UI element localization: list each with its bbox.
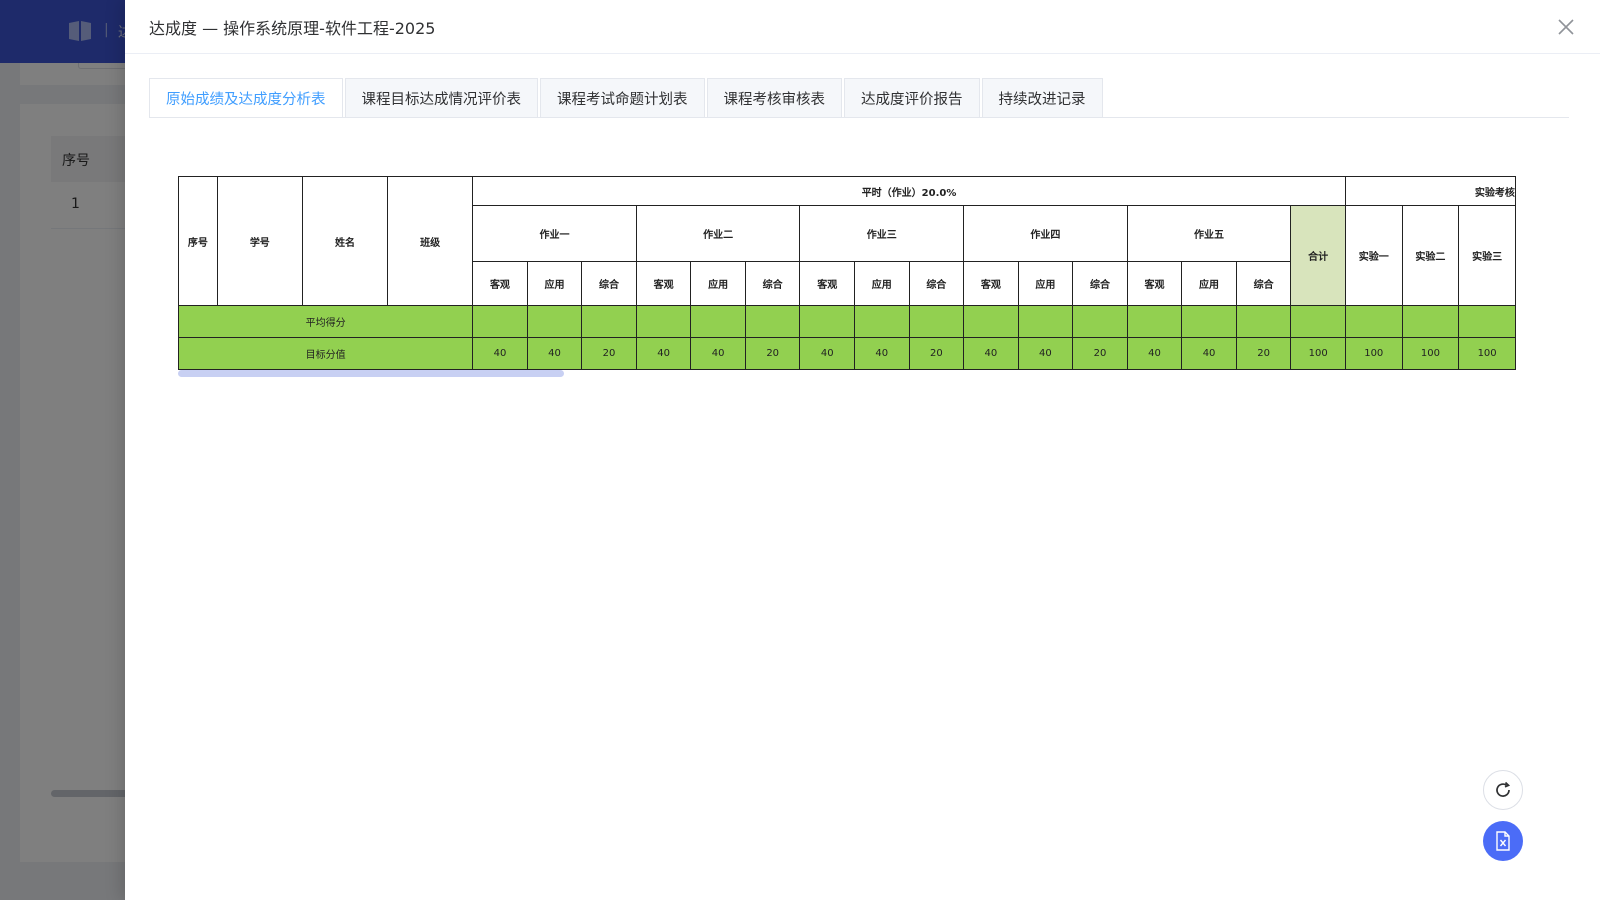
drawer: 达成度 — 操作系统原理-软件工程-2025 原始成绩及达成度分析表 课程目标达… <box>125 0 1600 900</box>
header-homework-1: 作业一 <box>472 205 637 262</box>
header-lab-2: 实验二 <box>1401 205 1460 306</box>
header-homework-5: 作业五 <box>1126 205 1292 262</box>
header-lab-3: 实验三 <box>1458 205 1516 306</box>
tab-exam-review[interactable]: 课程考核审核表 <box>706 78 842 118</box>
header-group-usual: 平时（作业）20.0% <box>472 176 1346 206</box>
tab-raw-scores[interactable]: 原始成绩及达成度分析表 <box>149 78 343 118</box>
target-cell: 40 <box>635 337 692 370</box>
refresh-icon <box>1496 781 1511 797</box>
average-cell <box>908 305 965 338</box>
average-cell <box>1290 305 1346 338</box>
export-excel-button[interactable] <box>1483 821 1523 861</box>
header-homework-4: 作业四 <box>963 205 1128 262</box>
header-sub-applied: 应用 <box>1181 261 1237 306</box>
target-cell: 40 <box>854 337 910 370</box>
average-cell <box>1458 305 1516 338</box>
target-cell: 40 <box>1181 337 1237 370</box>
header-homework-2: 作业二 <box>635 205 801 262</box>
average-cell <box>690 305 746 338</box>
average-cell <box>1401 305 1460 338</box>
target-cell: 40 <box>799 337 855 370</box>
header-sub-applied: 应用 <box>854 261 910 306</box>
target-cell: 100 <box>1401 337 1460 370</box>
score-table: 序号 学号 姓名 班级 平时（作业）20.0% 实验考核 作业一 作业二 作业三… <box>178 176 1516 370</box>
tab-evaluation-report[interactable]: 达成度评价报告 <box>844 78 980 118</box>
tab-bar: 原始成绩及达成度分析表 课程目标达成情况评价表 课程考试命题计划表 课程考核审核… <box>149 78 1105 118</box>
header-lab-1: 实验一 <box>1344 205 1403 306</box>
score-table-container[interactable]: 序号 学号 姓名 班级 平时（作业）20.0% 实验考核 作业一 作业二 作业三… <box>178 176 1516 376</box>
header-sub-applied: 应用 <box>526 261 583 306</box>
target-cell: 20 <box>1235 337 1292 370</box>
header-name: 姓名 <box>301 176 389 306</box>
drawer-title: 达成度 — 操作系统原理-软件工程-2025 <box>149 19 436 38</box>
average-cell <box>1344 305 1403 338</box>
target-cell: 100 <box>1290 337 1346 370</box>
target-cell: 100 <box>1344 337 1403 370</box>
refresh-button[interactable] <box>1483 770 1523 810</box>
tab-exam-plan[interactable]: 课程考试命题计划表 <box>540 78 705 118</box>
tab-objective-evaluation[interactable]: 课程目标达成情况评价表 <box>344 78 538 118</box>
header-index: 序号 <box>178 176 218 306</box>
average-cell <box>744 305 801 338</box>
header-sub-comprehensive: 综合 <box>744 261 801 306</box>
header-group-lab: 实验考核 <box>1344 176 1516 206</box>
header-sub-comprehensive: 综合 <box>1072 261 1128 306</box>
average-cell <box>581 305 637 338</box>
close-icon[interactable] <box>1554 15 1578 39</box>
average-cell <box>1181 305 1237 338</box>
target-cell: 100 <box>1458 337 1516 370</box>
average-cell <box>1072 305 1128 338</box>
average-cell <box>799 305 855 338</box>
header-sub-objective: 客观 <box>1126 261 1183 306</box>
target-cell: 40 <box>526 337 583 370</box>
target-cell: 40 <box>963 337 1019 370</box>
header-sub-applied: 应用 <box>1017 261 1074 306</box>
header-sub-objective: 客观 <box>963 261 1019 306</box>
average-row: 平均得分 <box>178 305 1516 338</box>
target-cell: 20 <box>581 337 637 370</box>
header-class: 班级 <box>387 176 474 306</box>
target-cell: 40 <box>472 337 528 370</box>
average-cell <box>1017 305 1074 338</box>
header-sub-applied: 应用 <box>690 261 746 306</box>
header-sub-comprehensive: 综合 <box>581 261 637 306</box>
average-cell <box>526 305 583 338</box>
target-row-label: 目标分值 <box>178 337 474 370</box>
header-student-id: 学号 <box>216 176 303 306</box>
target-cell: 40 <box>1017 337 1074 370</box>
header-sub-objective: 客观 <box>635 261 692 306</box>
header-sub-comprehensive: 综合 <box>908 261 965 306</box>
average-cell <box>963 305 1019 338</box>
average-cell <box>472 305 528 338</box>
average-cell <box>854 305 910 338</box>
excel-file-icon <box>1496 831 1510 851</box>
average-cell <box>1126 305 1183 338</box>
header-sub-objective: 客观 <box>799 261 855 306</box>
header-sub-comprehensive: 综合 <box>1235 261 1292 306</box>
tab-improvement-record[interactable]: 持续改进记录 <box>981 78 1103 118</box>
header-sum: 合计 <box>1290 205 1346 306</box>
target-cell: 20 <box>908 337 965 370</box>
target-row: 目标分值 40 40 20 40 40 20 40 40 20 40 40 20… <box>178 337 1516 370</box>
header-sub-objective: 客观 <box>472 261 528 306</box>
tab-underline <box>149 117 1569 118</box>
target-cell: 40 <box>1126 337 1183 370</box>
average-cell <box>1235 305 1292 338</box>
horizontal-scrollbar[interactable] <box>178 370 564 377</box>
target-cell: 20 <box>744 337 801 370</box>
average-row-label: 平均得分 <box>178 305 474 338</box>
target-cell: 20 <box>1072 337 1128 370</box>
target-cell: 40 <box>690 337 746 370</box>
drawer-header: 达成度 — 操作系统原理-软件工程-2025 <box>125 0 1600 54</box>
average-cell <box>635 305 692 338</box>
header-homework-3: 作业三 <box>799 205 965 262</box>
